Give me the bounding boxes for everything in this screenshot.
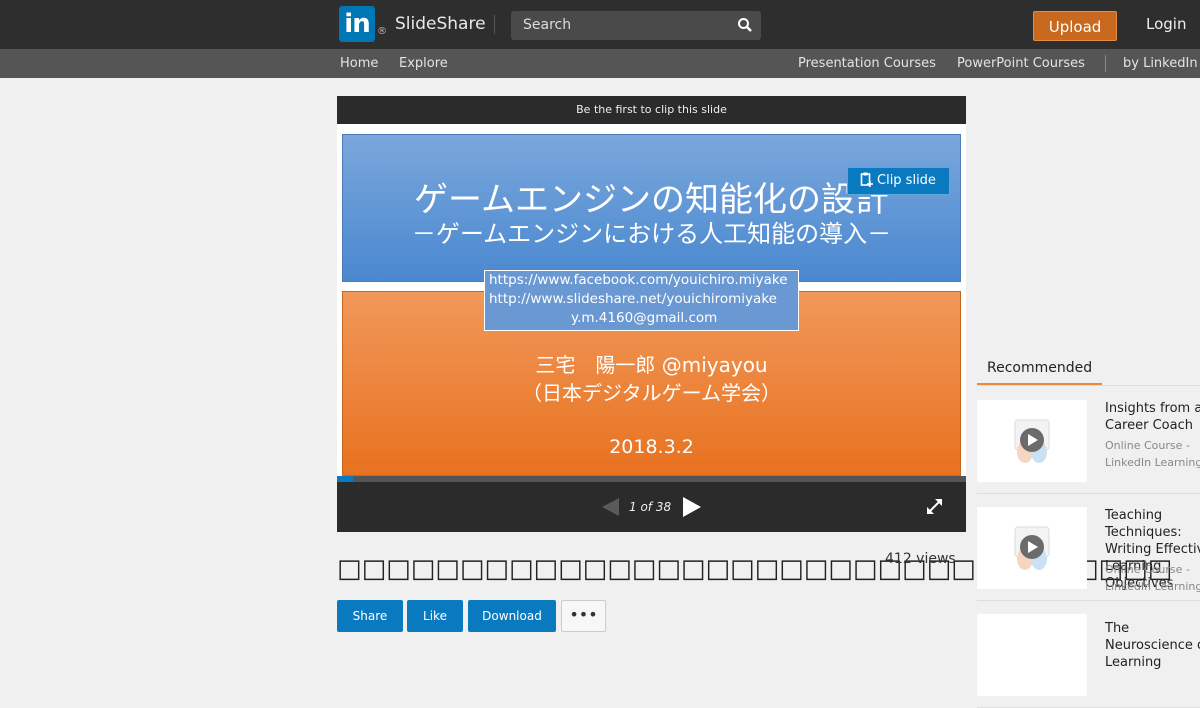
slide-organization: （日本デジタルゲーム学会）	[522, 381, 781, 405]
slide-player: Be the first to clip this slide ゲームエンジンの…	[337, 96, 966, 532]
slide-view[interactable]: ゲームエンジンの知能化の設計 －ゲームエンジンにおける人工知能の導入－ http…	[337, 124, 966, 476]
more-options-button[interactable]: •••	[561, 600, 606, 632]
clip-slide-button[interactable]: Clip slide	[847, 167, 950, 195]
course-title[interactable]: The Neuroscience of Learning	[1105, 620, 1200, 671]
fullscreen-icon[interactable]	[927, 499, 942, 514]
course-source: Online Course - LinkedIn Learning	[1105, 563, 1200, 593]
top-bar: in ® SlideShare Search Upload Login	[0, 0, 1200, 49]
course-thumbnail[interactable]	[977, 507, 1087, 589]
download-button[interactable]: Download	[468, 600, 556, 632]
course-thumbnail[interactable]	[977, 614, 1087, 696]
slide-counter: 1 of 38	[629, 500, 672, 514]
share-button[interactable]: Share	[337, 600, 403, 632]
nav-explore[interactable]: Explore	[399, 56, 448, 71]
player-controls: 1 of 38	[337, 482, 966, 532]
slide-link-facebook: https://www.facebook.com/youichiro.miyak…	[489, 272, 788, 288]
like-button[interactable]: Like	[407, 600, 463, 632]
view-count: 412 views	[885, 551, 956, 567]
registered-mark: ®	[377, 26, 387, 37]
divider	[1105, 55, 1106, 72]
play-video-icon	[1014, 526, 1050, 570]
search-placeholder: Search	[523, 17, 572, 33]
nav-powerpoint-courses[interactable]: PowerPoint Courses	[957, 56, 1085, 71]
login-link[interactable]: Login	[1146, 15, 1186, 33]
search-input[interactable]: Search	[511, 11, 761, 40]
clip-icon	[860, 172, 873, 187]
slide-author: 三宅 陽一郎 @miyayou	[535, 353, 768, 377]
previous-slide-icon[interactable]	[602, 498, 620, 516]
linkedin-logo-icon[interactable]: in	[339, 6, 375, 42]
recommended-item[interactable]: The Neuroscience of Learning	[977, 600, 1200, 708]
nav-home[interactable]: Home	[340, 56, 378, 71]
slide-link-email: y.m.4160@gmail.com	[571, 310, 718, 326]
nav-by-linkedin-learning[interactable]: by LinkedIn Learning	[1123, 56, 1200, 71]
slide-date: 2018.3.2	[609, 436, 694, 458]
recommended-item[interactable]: Insights from a Career Coach Online Cour…	[977, 386, 1200, 494]
brand-name[interactable]: SlideShare	[395, 14, 486, 34]
divider	[494, 15, 495, 34]
clip-slide-label: Clip slide	[877, 173, 936, 188]
play-video-icon	[1014, 419, 1050, 463]
slide-link-slideshare: http://www.slideshare.net/youichiromiyak…	[489, 291, 777, 307]
sub-nav: Home Explore Presentation Courses PowerP…	[0, 49, 1200, 78]
course-title[interactable]: Insights from a Career Coach	[1105, 400, 1200, 434]
nav-presentation-courses[interactable]: Presentation Courses	[798, 56, 936, 71]
tab-recommended[interactable]: Recommended	[977, 359, 1102, 386]
clip-banner: Be the first to clip this slide	[576, 103, 727, 116]
slide-subtitle: －ゲームエンジンにおける人工知能の導入－	[411, 220, 892, 248]
slide-links-box: https://www.facebook.com/youichiro.miyak…	[484, 270, 799, 331]
recommended-item[interactable]: Teaching Techniques: Writing Effective L…	[977, 493, 1200, 601]
course-thumbnail[interactable]	[977, 400, 1087, 482]
course-source: Online Course - LinkedIn Learning	[1105, 439, 1200, 469]
upload-button[interactable]: Upload	[1033, 11, 1117, 41]
search-icon[interactable]	[737, 17, 753, 33]
next-slide-icon[interactable]	[683, 497, 701, 517]
